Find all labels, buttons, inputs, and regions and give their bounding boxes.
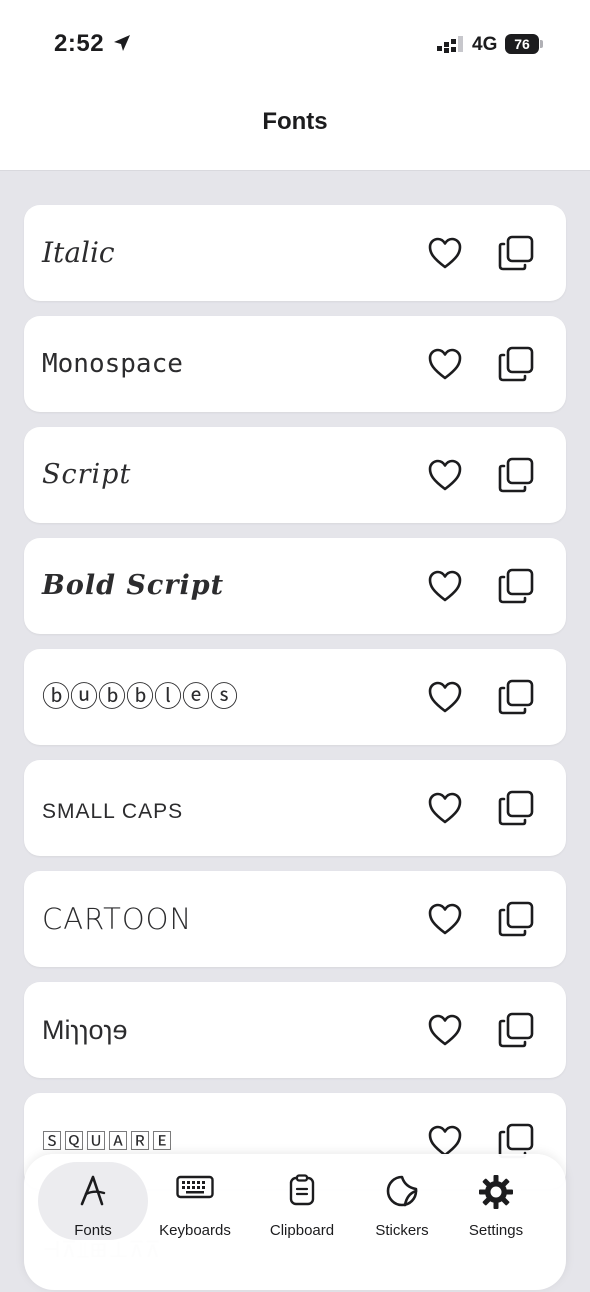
tab-stickers[interactable]: Stickers bbox=[360, 1162, 444, 1240]
tab-label: Settings bbox=[468, 1222, 524, 1239]
tab-label: Stickers bbox=[375, 1222, 429, 1239]
font-label: Bold Script bbox=[42, 570, 225, 601]
copy-icon[interactable] bbox=[497, 234, 535, 272]
tab-bar: Fonts Keyboards Clipboard Stickers Settings bbox=[24, 1154, 566, 1290]
heart-icon[interactable] bbox=[428, 459, 462, 491]
copy-icon[interactable] bbox=[497, 900, 535, 938]
font-row[interactable]: Bold Script bbox=[24, 538, 566, 634]
copy-icon[interactable] bbox=[497, 345, 535, 383]
signal-icon bbox=[437, 36, 463, 53]
fonts-icon bbox=[80, 1175, 106, 1206]
font-row[interactable]: Script bbox=[24, 427, 566, 523]
heart-icon[interactable] bbox=[428, 570, 462, 602]
copy-icon[interactable] bbox=[497, 567, 535, 605]
heart-icon[interactable] bbox=[428, 1125, 462, 1157]
heart-icon[interactable] bbox=[428, 903, 462, 935]
font-label: ⓑⓤⓑⓑⓛⓔⓢ bbox=[42, 680, 239, 713]
nav-header: Fonts bbox=[0, 84, 590, 171]
copy-icon[interactable] bbox=[497, 789, 535, 827]
tab-clipboard[interactable]: Clipboard bbox=[254, 1162, 350, 1240]
tab-label: Keyboards bbox=[159, 1222, 231, 1239]
clipboard-icon bbox=[289, 1174, 315, 1206]
battery-level: 76 bbox=[505, 34, 539, 54]
font-row[interactable]: CARTOON bbox=[24, 871, 566, 967]
tab-fonts[interactable]: Fonts bbox=[38, 1162, 148, 1240]
copy-icon[interactable] bbox=[497, 456, 535, 494]
font-label: Miɿɿoɿɘ bbox=[42, 1015, 128, 1045]
heart-icon[interactable] bbox=[428, 792, 462, 824]
font-row[interactable]: Italic bbox=[24, 205, 566, 301]
sticker-icon bbox=[386, 1175, 418, 1207]
status-bar: 2:52 4G 76 bbox=[0, 0, 590, 84]
tab-label: Fonts bbox=[74, 1222, 112, 1239]
font-label: Italic bbox=[42, 236, 115, 269]
heart-icon[interactable] bbox=[428, 237, 462, 269]
location-arrow-icon bbox=[114, 35, 130, 51]
font-label: CARTOON bbox=[42, 902, 193, 936]
heart-icon[interactable] bbox=[428, 681, 462, 713]
font-label: SMALL CAPS bbox=[42, 800, 184, 823]
font-row[interactable]: Monospace bbox=[24, 316, 566, 412]
status-time: 2:52 bbox=[54, 30, 105, 57]
heart-icon[interactable] bbox=[428, 348, 462, 380]
gear-icon bbox=[479, 1175, 513, 1209]
font-row[interactable]: Miɿɿoɿɘ bbox=[24, 982, 566, 1078]
font-label: Script bbox=[42, 459, 132, 490]
font-label: Monospace bbox=[42, 349, 183, 379]
tab-keyboards[interactable]: Keyboards bbox=[152, 1162, 238, 1240]
battery-tip bbox=[540, 40, 543, 48]
copy-icon[interactable] bbox=[497, 1011, 535, 1049]
keyboard-icon bbox=[176, 1175, 214, 1199]
network-type: 4G bbox=[472, 34, 498, 55]
tab-settings[interactable]: Settings bbox=[454, 1162, 538, 1240]
heart-icon[interactable] bbox=[428, 1014, 462, 1046]
font-row[interactable]: SMALL CAPS bbox=[24, 760, 566, 856]
page-title: Fonts bbox=[262, 108, 328, 135]
copy-icon[interactable] bbox=[497, 678, 535, 716]
font-row[interactable]: ⓑⓤⓑⓑⓛⓔⓢ bbox=[24, 649, 566, 745]
tab-label: Clipboard bbox=[269, 1222, 335, 1239]
